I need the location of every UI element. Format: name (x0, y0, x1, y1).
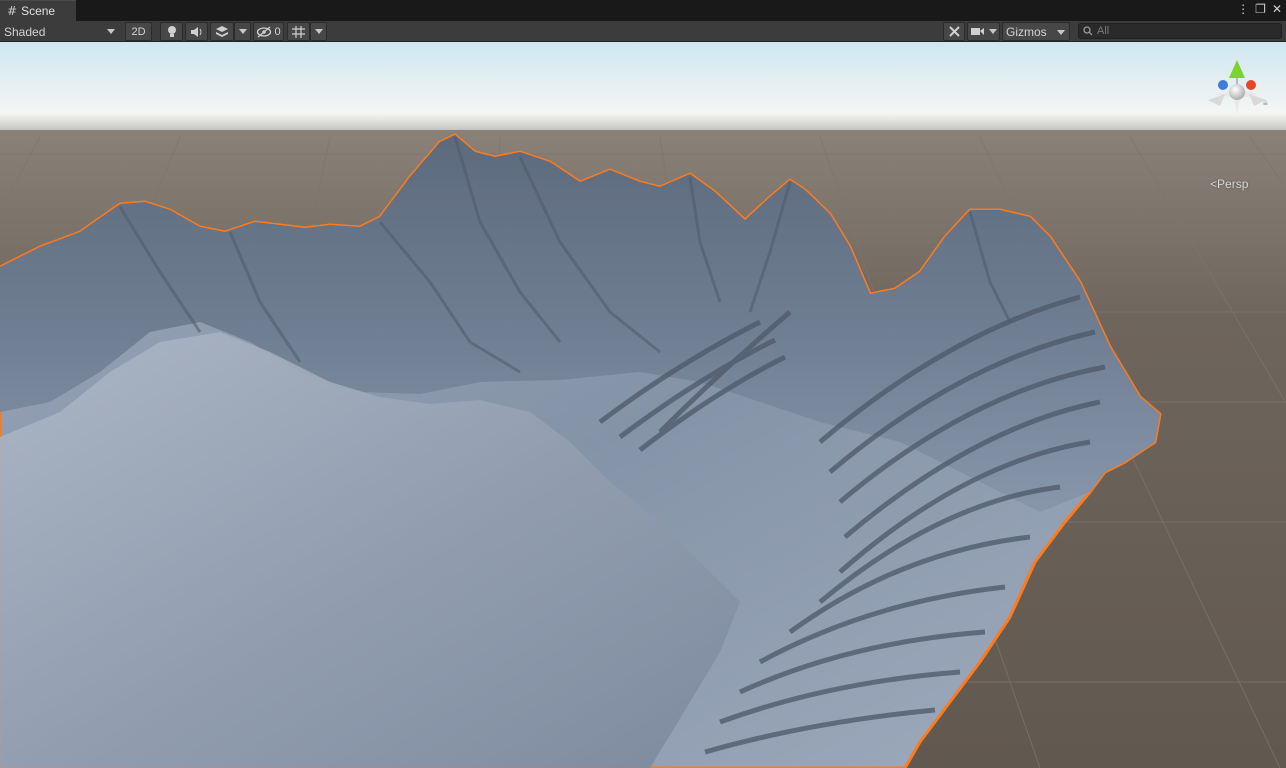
scene-lighting-button[interactable] (160, 22, 183, 41)
chevron-down-icon (238, 29, 247, 34)
chevron-down-icon (989, 29, 997, 34)
visibility-icon (257, 26, 272, 37)
more-options-icon[interactable]: ⋮ (1237, 2, 1249, 16)
lighting-icon (167, 25, 176, 37)
close-icon[interactable]: ✕ (1272, 2, 1282, 16)
grid-dropdown-button[interactable] (310, 22, 327, 41)
tab-scene-label: Scene (21, 4, 56, 18)
draw-mode-dropdown[interactable]: Shaded (0, 22, 120, 41)
draw-mode-label: Shaded (4, 24, 46, 39)
z-axis-handle[interactable] (1218, 80, 1228, 90)
gizmos-label: Gizmos (1006, 24, 1047, 39)
lock-icon[interactable]: 🔒︎ (1263, 97, 1268, 108)
chevron-down-icon (1057, 30, 1065, 35)
sky (0, 42, 1286, 137)
chevron-down-icon (314, 29, 323, 34)
scene-toolbar: Shaded 2D 0 Gizmos All (0, 21, 1286, 42)
effects-dropdown-button[interactable] (234, 22, 251, 41)
effects-icon (216, 26, 228, 37)
search-icon (1083, 26, 1093, 36)
hidden-objects-toggle[interactable]: 0 (253, 22, 284, 41)
window-controls: ⋮ ❐ ✕ (1237, 2, 1282, 16)
scene-tools-button[interactable] (943, 22, 965, 41)
projection-icon: < (1210, 177, 1218, 191)
projection-label: Persp (1217, 177, 1249, 191)
toggle-2d-button[interactable]: 2D (125, 22, 152, 41)
hash-icon: # (7, 4, 18, 18)
effects-toggle-button[interactable] (210, 22, 234, 41)
camera-icon (971, 28, 984, 35)
gizmo-center[interactable] (1229, 84, 1245, 100)
scene-viewport[interactable]: 🔒︎ <Persp (0, 42, 1286, 768)
chevron-down-icon (107, 29, 115, 34)
gizmos-dropdown[interactable]: Gizmos (1002, 22, 1070, 41)
toggle-2d-label: 2D (131, 25, 146, 38)
maximize-icon[interactable]: ❐ (1255, 2, 1266, 16)
grid-toggle-button[interactable] (287, 22, 310, 41)
search-input[interactable] (1097, 25, 1267, 37)
audio-icon (190, 26, 201, 37)
grid-icon (292, 25, 305, 38)
hidden-count: 0 (274, 25, 281, 38)
tab-scene[interactable]: # Scene (0, 0, 76, 21)
search-field[interactable] (1078, 23, 1282, 39)
scene-audio-button[interactable] (185, 22, 208, 41)
projection-toggle[interactable]: <Persp (1210, 177, 1248, 191)
tools-icon (948, 26, 960, 37)
x-axis-handle[interactable] (1246, 80, 1256, 90)
scene-camera-button[interactable] (967, 22, 1000, 41)
window-tab-bar: # Scene ⋮ ❐ ✕ (0, 0, 1286, 21)
